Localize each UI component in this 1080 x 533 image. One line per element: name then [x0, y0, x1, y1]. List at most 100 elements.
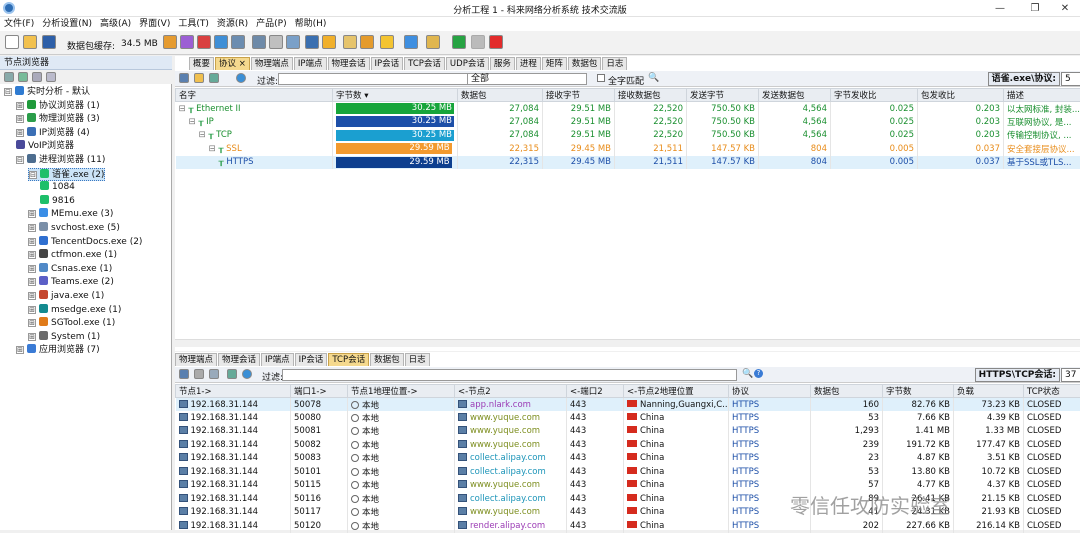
expand-toggle-icon[interactable]: ⊞ [28, 319, 36, 327]
column-header[interactable]: 节点1地理位置-> [348, 385, 455, 398]
help-icon[interactable]: ? [754, 369, 763, 378]
tree-node[interactable]: ⊟语雀.exe (2) [28, 168, 105, 181]
tab-lower-6[interactable]: 日志 [405, 353, 430, 366]
expand-toggle-icon[interactable]: ⊞ [28, 210, 36, 218]
whole-word-checkbox[interactable] [597, 74, 605, 82]
pin-icon[interactable] [179, 73, 189, 83]
expand-toggle-icon[interactable]: ⊟ [179, 104, 189, 114]
expand-toggle-icon[interactable]: ⊞ [28, 265, 36, 273]
expand-toggle-icon[interactable]: ⊞ [28, 238, 36, 246]
alarm-icon[interactable] [197, 35, 211, 49]
tree-node[interactable]: ⊞MEmu.exe (3) [28, 208, 113, 221]
refresh-icon[interactable] [236, 73, 246, 83]
analysis-icon[interactable] [163, 35, 177, 49]
column-header[interactable]: 字节数 [883, 385, 954, 398]
column-header[interactable]: <-节点2地理位置 [624, 385, 729, 398]
menu-item-4[interactable]: 工具(T) [178, 17, 209, 31]
warning-icon[interactable] [380, 35, 394, 49]
tab-upper-3[interactable]: IP端点 [294, 57, 327, 70]
expand-toggle-icon[interactable]: ⊟ [29, 171, 37, 179]
tab-upper-12[interactable]: 日志 [602, 57, 627, 70]
menu-item-6[interactable]: 产品(P) [256, 17, 286, 31]
tab-lower-2[interactable]: IP端点 [261, 353, 294, 366]
folder-view-icon[interactable] [194, 73, 204, 83]
session-row[interactable]: 192.168.31.14450080本地www.yuque.com443Chi… [176, 411, 1080, 425]
expand-toggle-icon[interactable]: ⊟ [209, 144, 219, 154]
column-header[interactable]: 名字 [176, 89, 333, 102]
filter-input[interactable] [278, 73, 468, 85]
tree-node[interactable]: ⊞IP浏览器 (4) [16, 127, 90, 140]
column-header[interactable]: 数据包 [458, 89, 543, 102]
column-header[interactable]: <-节点2 [455, 385, 567, 398]
export-icon[interactable] [214, 35, 228, 49]
tree-node[interactable]: ⊞ctfmon.exe (1) [28, 249, 117, 262]
tab-upper-8[interactable]: 服务 [490, 57, 515, 70]
tab-upper-10[interactable]: 矩阵 [542, 57, 567, 70]
tree-node[interactable]: ⊞应用浏览器 (7) [16, 344, 100, 357]
filter-icon[interactable] [269, 35, 283, 49]
tree-node[interactable]: ⊟实时分析 - 默认 [4, 86, 90, 99]
tree-node[interactable]: ⊞协议浏览器 (1) [16, 100, 100, 113]
protocol-row[interactable]: ⊟ ┰ SSL29.59 MB22,31529.45 MB21,511147.5… [176, 142, 1080, 156]
column-header[interactable]: TCP状态 [1024, 385, 1080, 398]
minimize-button[interactable]: — [985, 1, 1015, 16]
protocol-row[interactable]: ⊟ ┰ IP30.25 MB27,08429.51 MB22,520750.50… [176, 115, 1080, 129]
expand-toggle-icon[interactable]: ⊞ [16, 115, 24, 123]
menu-item-1[interactable]: 分析设置(N) [42, 17, 92, 31]
tree-node[interactable]: 9816 [40, 195, 75, 208]
tab-upper-7[interactable]: UDP会话 [446, 57, 489, 70]
report-icon[interactable] [360, 35, 374, 49]
session-row[interactable]: 192.168.31.14450082本地www.yuque.com443Chi… [176, 438, 1080, 452]
column-header[interactable]: 发送数据包 [759, 89, 831, 102]
expand-toggle-icon[interactable]: ⊞ [16, 346, 24, 354]
column-header[interactable]: 端口1-> [291, 385, 348, 398]
column-header[interactable]: <-端口2 [567, 385, 624, 398]
column-header[interactable]: 节点1-> [176, 385, 291, 398]
tree-node[interactable]: ⊞msedge.exe (1) [28, 304, 121, 317]
expand-toggle-icon[interactable]: ⊟ [189, 117, 199, 127]
tools-icon[interactable] [286, 35, 300, 49]
expand-toggle-icon[interactable]: ⊞ [28, 251, 36, 259]
search-icon[interactable]: 🔍 [648, 73, 659, 83]
horizontal-scrollbar[interactable] [175, 339, 1080, 347]
folder-icon[interactable] [322, 35, 336, 49]
expand-icon[interactable] [18, 72, 28, 82]
collapse-icon[interactable] [4, 72, 14, 82]
expand-toggle-icon[interactable]: ⊟ [4, 88, 12, 96]
open-folder-icon[interactable] [23, 35, 37, 49]
tree-node[interactable]: ⊟进程浏览器 (11) [16, 154, 105, 167]
maximize-button[interactable]: ❐ [1020, 1, 1050, 16]
save-icon[interactable] [42, 35, 56, 49]
play-icon[interactable] [471, 35, 485, 49]
tab-upper-4[interactable]: 物理会话 [328, 57, 370, 70]
filter-scope-select[interactable]: 全部 [467, 73, 587, 85]
close-button[interactable]: ✕ [1050, 1, 1080, 16]
column-header[interactable]: 描述 [1004, 89, 1080, 102]
tab-upper-2[interactable]: 物理端点 [251, 57, 293, 70]
settings-icon[interactable] [180, 35, 194, 49]
expand-toggle-icon[interactable]: ⊞ [28, 224, 36, 232]
tree-node[interactable]: ⊞TencentDocs.exe (2) [28, 236, 142, 249]
tab-lower-0[interactable]: 物理端点 [175, 353, 217, 366]
expand-toggle-icon[interactable]: ⊞ [28, 292, 36, 300]
network-icon[interactable] [231, 35, 245, 49]
new-file-icon[interactable] [5, 35, 19, 49]
column-header[interactable]: 字节发收比 [831, 89, 918, 102]
session-row[interactable]: 192.168.31.14450083本地collect.alipay.com4… [176, 452, 1080, 466]
session-row[interactable]: 192.168.31.14450101本地collect.alipay.com4… [176, 465, 1080, 479]
lock-icon[interactable] [252, 35, 266, 49]
config-icon[interactable] [46, 72, 56, 82]
tree-node[interactable]: ⊞物理浏览器 (3) [16, 113, 100, 126]
column-header[interactable]: 字节数 ▾ [333, 89, 458, 102]
tree-node[interactable]: ⊞Csnas.exe (1) [28, 263, 112, 276]
tag-icon[interactable] [227, 369, 237, 379]
tab-upper-11[interactable]: 数据包 [568, 57, 602, 70]
options-icon[interactable] [426, 35, 440, 49]
tab-upper-1[interactable]: 协议 × [215, 57, 250, 70]
tab-upper-6[interactable]: TCP会话 [404, 57, 445, 70]
filter-input[interactable] [282, 369, 737, 381]
column-header[interactable]: 接收数据包 [615, 89, 687, 102]
tab-upper-9[interactable]: 进程 [516, 57, 541, 70]
menu-item-7[interactable]: 帮助(H) [295, 17, 327, 31]
tab-lower-1[interactable]: 物理会话 [218, 353, 260, 366]
